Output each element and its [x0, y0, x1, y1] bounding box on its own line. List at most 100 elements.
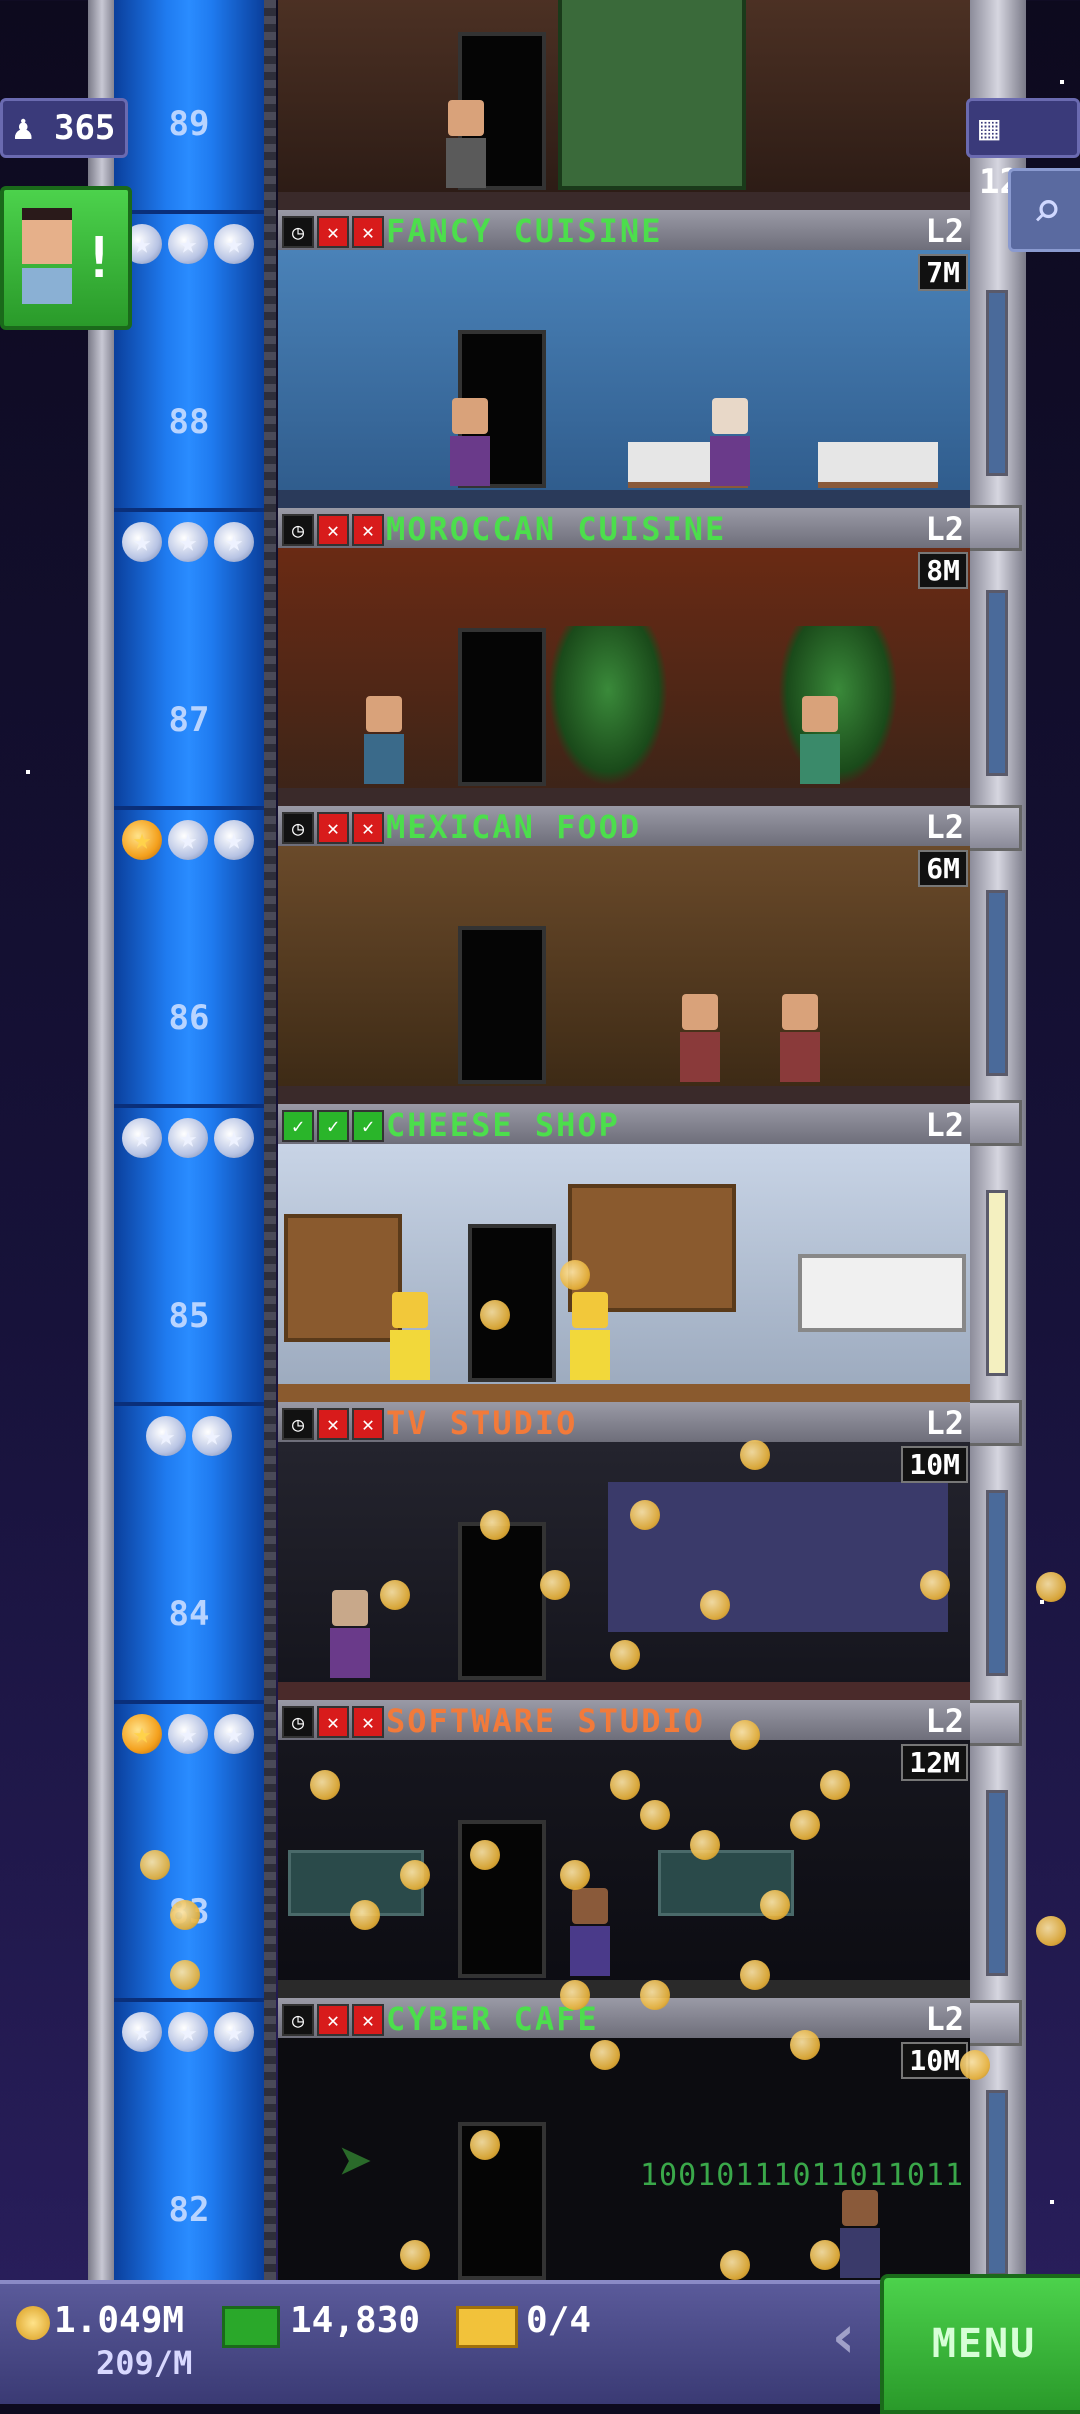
tower-resident[interactable] — [678, 994, 722, 1084]
cheese-shelf — [284, 1214, 402, 1342]
tower-window — [986, 290, 1008, 476]
coin-particle[interactable] — [350, 1900, 380, 1930]
floor-85-cheese-shop[interactable]: ✓ ✓ ✓ CHEESE SHOP L2 — [278, 1104, 970, 1402]
tower-resident[interactable] — [328, 1590, 372, 1680]
star-icon: ★ — [146, 1416, 186, 1456]
tower-resident[interactable] — [568, 1888, 612, 1978]
tower-resident[interactable] — [444, 100, 488, 190]
coin-particle[interactable] — [960, 2050, 990, 2080]
floor-86-mexican-food[interactable]: ◷ ✕ ✕ MEXICAN FOOD L2 6M — [278, 806, 970, 1104]
coin-particle[interactable] — [630, 1500, 660, 1530]
star-icon: ★ — [214, 1118, 254, 1158]
shop-worker[interactable] — [388, 1292, 432, 1382]
coin-particle[interactable] — [560, 1980, 590, 2010]
floor-doorway — [458, 628, 546, 786]
shaft-divider — [114, 1402, 264, 1406]
elevator-rail — [264, 0, 276, 2280]
coin-particle[interactable] — [610, 1640, 640, 1670]
tower-resident[interactable] — [798, 696, 842, 786]
star-icon: ★ — [168, 1714, 208, 1754]
x-icon: ✕ — [352, 812, 384, 844]
coin-particle[interactable] — [810, 2240, 840, 2270]
coin-particle[interactable] — [720, 2250, 750, 2280]
tickets-value: 0/4 — [526, 2300, 592, 2341]
coin-particle[interactable] — [760, 1890, 790, 1920]
floor-83-software-studio[interactable]: ◷ ✕ ✕ SOFTWARE STUDIO L2 12M — [278, 1700, 970, 1998]
floors-counter[interactable]: ▦ 127 — [966, 98, 1080, 202]
x-icon: ✕ — [352, 216, 384, 248]
floor-timer: 6M — [918, 850, 968, 887]
coin-particle[interactable] — [380, 1580, 410, 1610]
tower-resident[interactable] — [362, 696, 406, 786]
floor-87-moroccan-cuisine[interactable]: ◷ ✕ ✕ MOROCCAN CUISINE L2 8M — [278, 508, 970, 806]
floor-stars: ★ ★ ★ — [122, 1118, 254, 1162]
coin-particle[interactable] — [700, 1590, 730, 1620]
floor-doorway — [458, 1522, 546, 1680]
floor-name: TV STUDIO — [386, 1404, 578, 1442]
coin-particle[interactable] — [640, 1980, 670, 2010]
coin-particle[interactable] — [310, 1770, 340, 1800]
check-icon: ✓ — [317, 1110, 349, 1142]
star-icon: ★ — [122, 522, 162, 562]
shop-worker[interactable] — [568, 1292, 612, 1382]
tower-beam — [964, 505, 1022, 551]
floor-number: 88 — [168, 402, 210, 442]
coin-particle[interactable] — [740, 1960, 770, 1990]
coin-particle[interactable] — [790, 2030, 820, 2060]
tower-resident[interactable] — [838, 2190, 882, 2280]
population-counter[interactable]: ♟ 365 — [0, 98, 129, 158]
coin-particle[interactable] — [470, 1840, 500, 1870]
floor-timer: 8M — [918, 552, 968, 589]
coin-particle[interactable] — [590, 2040, 620, 2070]
floor-82-cyber-cafe[interactable]: ◷ ✕ ✕ CYBER CAFE L2 ➤ 10010111011011011 10… — [278, 1998, 970, 2280]
chevron-left-icon[interactable]: ‹ — [826, 2302, 862, 2372]
coin-particle[interactable] — [1036, 1572, 1066, 1602]
coin-particle[interactable] — [540, 1570, 570, 1600]
coin-particle[interactable] — [400, 2240, 430, 2270]
coin-particle[interactable] — [740, 1440, 770, 1470]
floor-stars: ★ ★ ★ — [122, 2012, 254, 2056]
shaft-divider — [114, 210, 264, 214]
tower-window — [986, 890, 1008, 1076]
floor-stars: ★ ★ — [146, 1416, 232, 1460]
coin-particle[interactable] — [1036, 1916, 1066, 1946]
floor-88-fancy-cuisine[interactable]: ◷ ✕ ✕ FANCY CUISINE L2 7M — [278, 210, 970, 508]
coin-particle[interactable] — [480, 1300, 510, 1330]
coin-particle[interactable] — [790, 1810, 820, 1840]
clock-icon: ◷ — [282, 514, 314, 546]
tower-resident[interactable] — [708, 398, 752, 488]
search-button[interactable]: ⌕ — [1008, 168, 1080, 252]
coin-particle[interactable] — [560, 1260, 590, 1290]
coin-particle[interactable] — [470, 2130, 500, 2160]
coin-particle[interactable] — [560, 1860, 590, 1890]
hot-dog-sign — [558, 0, 746, 190]
coin-particle[interactable] — [920, 1570, 950, 1600]
tower-resident[interactable] — [448, 398, 492, 488]
floor-header: ◷ ✕ ✕ FANCY CUISINE L2 — [278, 210, 970, 253]
coin-particle[interactable] — [400, 1860, 430, 1890]
floor-level: L2 — [925, 2000, 964, 2038]
coin-particle[interactable] — [610, 1770, 640, 1800]
ticket-icon — [456, 2306, 518, 2348]
citizen-alert-button[interactable]: ! — [0, 186, 132, 330]
coin-particle[interactable] — [730, 1720, 760, 1750]
tower-beam — [964, 2000, 1022, 2046]
coin-particle[interactable] — [170, 1900, 200, 1930]
floor-level: L2 — [925, 1404, 964, 1442]
coin-particle[interactable] — [820, 1770, 850, 1800]
coin-particle[interactable] — [690, 1830, 720, 1860]
coin-particle[interactable] — [170, 1960, 200, 1990]
tower-resident[interactable] — [778, 994, 822, 1084]
floor-89-hot-dog[interactable] — [278, 0, 970, 210]
floor-ground — [278, 1384, 970, 1402]
floor-number: 84 — [168, 1594, 210, 1634]
floor-room — [278, 250, 970, 508]
star-icon: ★ — [122, 2012, 162, 2052]
coin-particle[interactable] — [140, 1850, 170, 1880]
tower-beam — [964, 1100, 1022, 1146]
coin-particle[interactable] — [640, 1800, 670, 1830]
tower-window — [986, 2090, 1008, 2276]
menu-button[interactable]: MENU — [880, 2274, 1080, 2414]
coin-particle[interactable] — [480, 1510, 510, 1540]
floor-level: L2 — [925, 808, 964, 846]
